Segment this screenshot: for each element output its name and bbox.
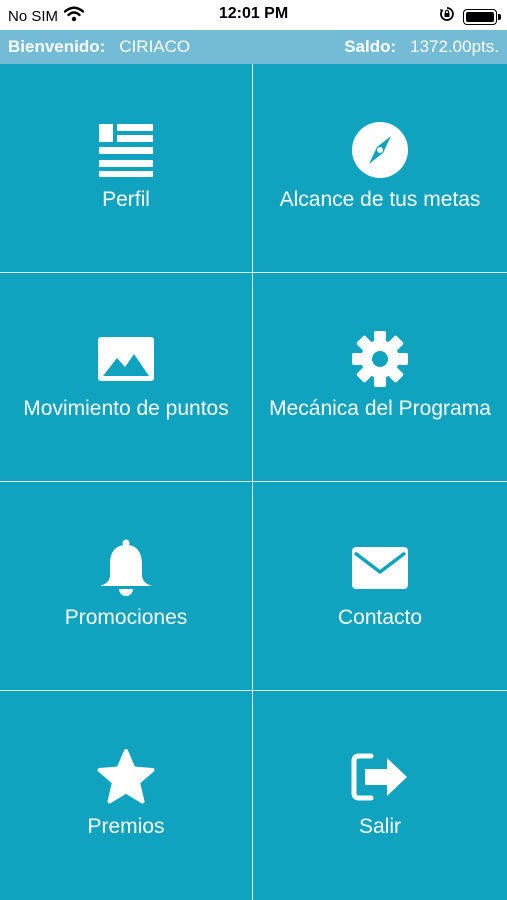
image-icon — [96, 329, 156, 389]
menu-tile-promociones[interactable]: Promociones — [0, 482, 253, 691]
menu-tile-mecanica-programa[interactable]: Mecánica del Programa — [253, 273, 507, 482]
user-name: CIRIACO — [119, 37, 191, 56]
orientation-lock-icon — [439, 6, 455, 27]
profile-icon — [96, 120, 156, 180]
star-icon — [96, 747, 156, 807]
gear-icon — [350, 329, 410, 389]
menu-label-alcance-metas: Alcance de tus metas — [279, 188, 481, 211]
menu-grid: Perfil Alcance de tus metas Movimiento d… — [0, 64, 507, 900]
logout-icon — [350, 747, 410, 807]
status-bar: No SIM 12:01 PM — [0, 0, 507, 30]
menu-label-perfil: Perfil — [102, 188, 150, 211]
menu-label-mecanica-programa: Mecánica del Programa — [269, 397, 491, 420]
menu-tile-perfil[interactable]: Perfil — [0, 64, 253, 273]
balance-value: 1372.00pts. — [410, 37, 499, 56]
menu-tile-premios[interactable]: Premios — [0, 691, 253, 900]
balance-group: Saldo: 1372.00pts. — [344, 37, 499, 57]
menu-label-movimiento-puntos: Movimiento de puntos — [23, 397, 229, 420]
menu-tile-salir[interactable]: Salir — [253, 691, 507, 900]
menu-tile-alcance-metas[interactable]: Alcance de tus metas — [253, 64, 507, 273]
status-right — [439, 6, 501, 27]
envelope-icon — [350, 538, 410, 598]
welcome-group: Bienvenido: CIRIACO — [8, 37, 190, 57]
battery-icon — [463, 8, 501, 25]
status-time: 12:01 PM — [218, 5, 289, 22]
menu-label-contacto: Contacto — [337, 606, 423, 629]
menu-label-premios: Premios — [87, 815, 165, 838]
balance-label: Saldo: — [344, 37, 397, 56]
menu-tile-movimiento-puntos[interactable]: Movimiento de puntos — [0, 273, 253, 482]
bell-icon — [96, 538, 156, 598]
menu-label-salir: Salir — [358, 815, 401, 838]
menu-tile-contacto[interactable]: Contacto — [253, 482, 507, 691]
welcome-label: Bienvenido: — [8, 37, 106, 56]
compass-icon — [350, 120, 410, 180]
menu-label-promociones: Promociones — [64, 606, 188, 629]
info-bar: Bienvenido: CIRIACO Saldo: 1372.00pts. — [0, 30, 507, 64]
